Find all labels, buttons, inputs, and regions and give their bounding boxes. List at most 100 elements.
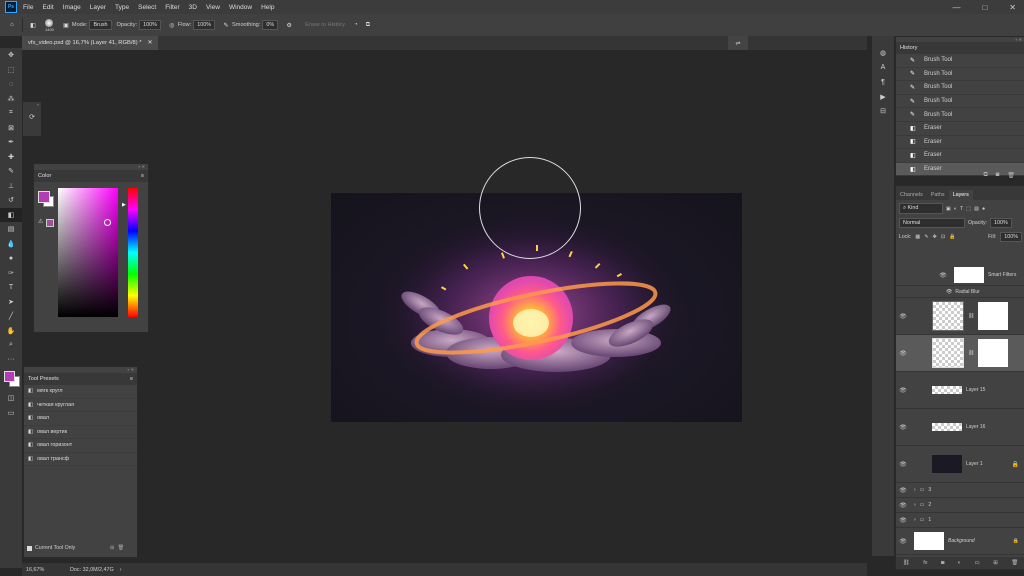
filter-toggle-icon[interactable]: ● [982,206,985,212]
layer-style-icon[interactable]: fx [923,560,927,566]
arrange-panels-icon[interactable]: ⇌ [728,36,748,50]
chevron-right-icon[interactable]: › [914,487,916,493]
history-item[interactable]: ✎ Brush Tool [896,81,1024,95]
status-menu-icon[interactable]: › [120,567,122,573]
menu-view[interactable]: View [206,4,220,11]
flow-field[interactable]: 100% [193,20,216,30]
eye-icon[interactable]: 👁 [896,387,910,394]
maximize-icon[interactable]: □ [982,3,987,12]
airbrush-icon[interactable]: ✎ [220,19,232,31]
radial-blur-row[interactable]: 👁 Radial Blur [896,286,1024,298]
add-mask-icon[interactable]: ◙ [941,560,944,566]
brush-tool-icon[interactable]: ✎ [0,164,22,179]
pen-tool-icon[interactable]: ✑ [0,266,22,281]
stamp-tool-icon[interactable]: ⊥ [0,179,22,194]
tab-paths[interactable]: Paths [927,190,949,200]
lock-position-icon[interactable]: ✥ [933,234,937,240]
history-item[interactable]: ◧ Eraser [896,122,1024,136]
layer-row[interactable]: 👁 Layer 1 🔒 [896,446,1024,483]
link-layers-icon[interactable]: ⛓ [903,560,910,566]
menu-window[interactable]: Window [229,4,252,11]
eye-icon[interactable]: 👁 [896,424,910,431]
preset-item[interactable]: ◧ овал вертик [24,426,137,439]
eye-icon[interactable]: 👁 [896,350,910,357]
eye-icon[interactable]: 👁 [936,272,950,279]
menu-type[interactable]: Type [115,4,129,11]
tab-layers[interactable]: Layers [948,190,973,200]
screen-mode-icon[interactable]: ▭ [0,406,22,421]
layer-row-selected[interactable]: 👁 ⛓ [896,335,1024,372]
blend-mode-select[interactable]: Normal [899,218,965,228]
eye-icon[interactable]: 👁 [896,487,910,494]
marquee-tool-icon[interactable]: ⬚ [0,63,22,78]
preset-item[interactable]: ◧ овал трансф [24,453,137,466]
mode-select[interactable]: Brush [89,20,112,30]
eye-icon[interactable]: 👁 [896,313,910,320]
new-document-from-state-icon[interactable]: ⧉ [983,172,987,179]
rotate-view-icon[interactable]: ⟳ [23,110,41,125]
layer-row[interactable]: 👁 Layer 15 [896,372,1024,409]
gradient-tool-icon[interactable]: ▤ [0,222,22,237]
pixel-filter-icon[interactable]: ▣ [946,206,951,212]
dodge-tool-icon[interactable]: ● [0,251,22,266]
group-row[interactable]: 👁 › ▭ 1 [896,513,1024,528]
pressure-opacity-icon[interactable]: ◎ [166,19,178,31]
quick-select-tool-icon[interactable]: ⁂ [0,92,22,107]
close-icon[interactable]: ✕ [1009,3,1016,12]
foreground-color-swatch[interactable] [4,371,15,382]
eye-icon[interactable]: 👁 [896,461,910,468]
document-tab[interactable]: vfx_video.psd @ 16,7% (Layer 41, RGB/8) … [22,36,159,50]
menu-file[interactable]: File [23,4,33,11]
history-item[interactable]: ◧ Eraser [896,149,1024,163]
hand-tool-icon[interactable]: ✋ [0,324,22,339]
menu-edit[interactable]: Edit [42,4,53,11]
shape-filter-icon[interactable]: ⬚ [966,206,971,212]
lock-all-icon[interactable]: 🔒 [949,234,955,240]
minimize-icon[interactable]: — [952,3,960,12]
snapshot-icon[interactable]: ◙ [996,172,1000,179]
panel-menu-icon[interactable]: ≡ [141,173,144,179]
lock-artboard-icon[interactable]: ⊡ [941,234,945,240]
history-brush-tool-icon[interactable]: ↺ [0,193,22,208]
history-item[interactable]: ◧ Eraser [896,136,1024,150]
frame-tool-icon[interactable]: ⊠ [0,121,22,136]
blur-tool-icon[interactable]: 💧 [0,237,22,252]
type-filter-icon[interactable]: T [960,206,963,212]
close-tab-icon[interactable]: ✕ [148,40,153,46]
brush-settings-icon[interactable]: ▣ [60,19,72,31]
home-icon[interactable]: ⌂ [6,19,18,31]
lasso-tool-icon[interactable]: ◌ [0,77,22,92]
actions-panel-icon[interactable]: ▶ [872,90,894,105]
preset-item[interactable]: ◧ овал [24,412,137,426]
symmetry-icon[interactable]: ⧉ [362,19,374,31]
erase-to-history-option[interactable]: Erase to History [305,22,345,28]
color-field[interactable] [58,188,118,317]
menu-image[interactable]: Image [63,4,81,11]
gamut-color-chip[interactable] [46,219,54,227]
delete-layer-icon[interactable]: 🗑 [1011,560,1018,566]
delete-state-icon[interactable]: 🗑 [1007,172,1015,179]
smart-object-filter-icon[interactable]: ▤ [974,206,979,212]
foreground-color-chip[interactable] [38,191,50,203]
healing-tool-icon[interactable]: ✚ [0,150,22,165]
type-tool-icon[interactable]: T [0,280,22,295]
eraser-tool-icon[interactable]: ◧ [27,19,39,31]
layer-row[interactable]: 👁 Layer 16 [896,409,1024,446]
layer-row[interactable]: 👁 ⛓ [896,298,1024,335]
lock-pixels-icon[interactable]: ✎ [924,234,928,240]
pressure-size-icon[interactable]: ◔ [350,19,362,31]
history-item[interactable]: ✎ Brush Tool [896,68,1024,82]
menu-layer[interactable]: Layer [90,4,106,11]
more-tools-icon[interactable]: ··· [0,353,22,368]
preset-item[interactable]: ◧ мягк кругл [24,385,137,399]
zoom-level[interactable]: 16,67% [26,567,70,573]
delete-preset-icon[interactable]: 🗑 [117,545,124,551]
smart-filters-row[interactable]: 👁 Smart Filters [896,265,1024,286]
chevron-right-icon[interactable]: › [914,502,916,508]
background-layer-row[interactable]: 👁 Background 🔒 [896,528,1024,555]
smoothing-field[interactable]: 0% [262,20,279,30]
hue-slider[interactable] [128,188,138,317]
quick-mask-icon[interactable]: ◫ [0,391,22,406]
color-swatches[interactable] [0,367,22,391]
path-select-tool-icon[interactable]: ➤ [0,295,22,310]
